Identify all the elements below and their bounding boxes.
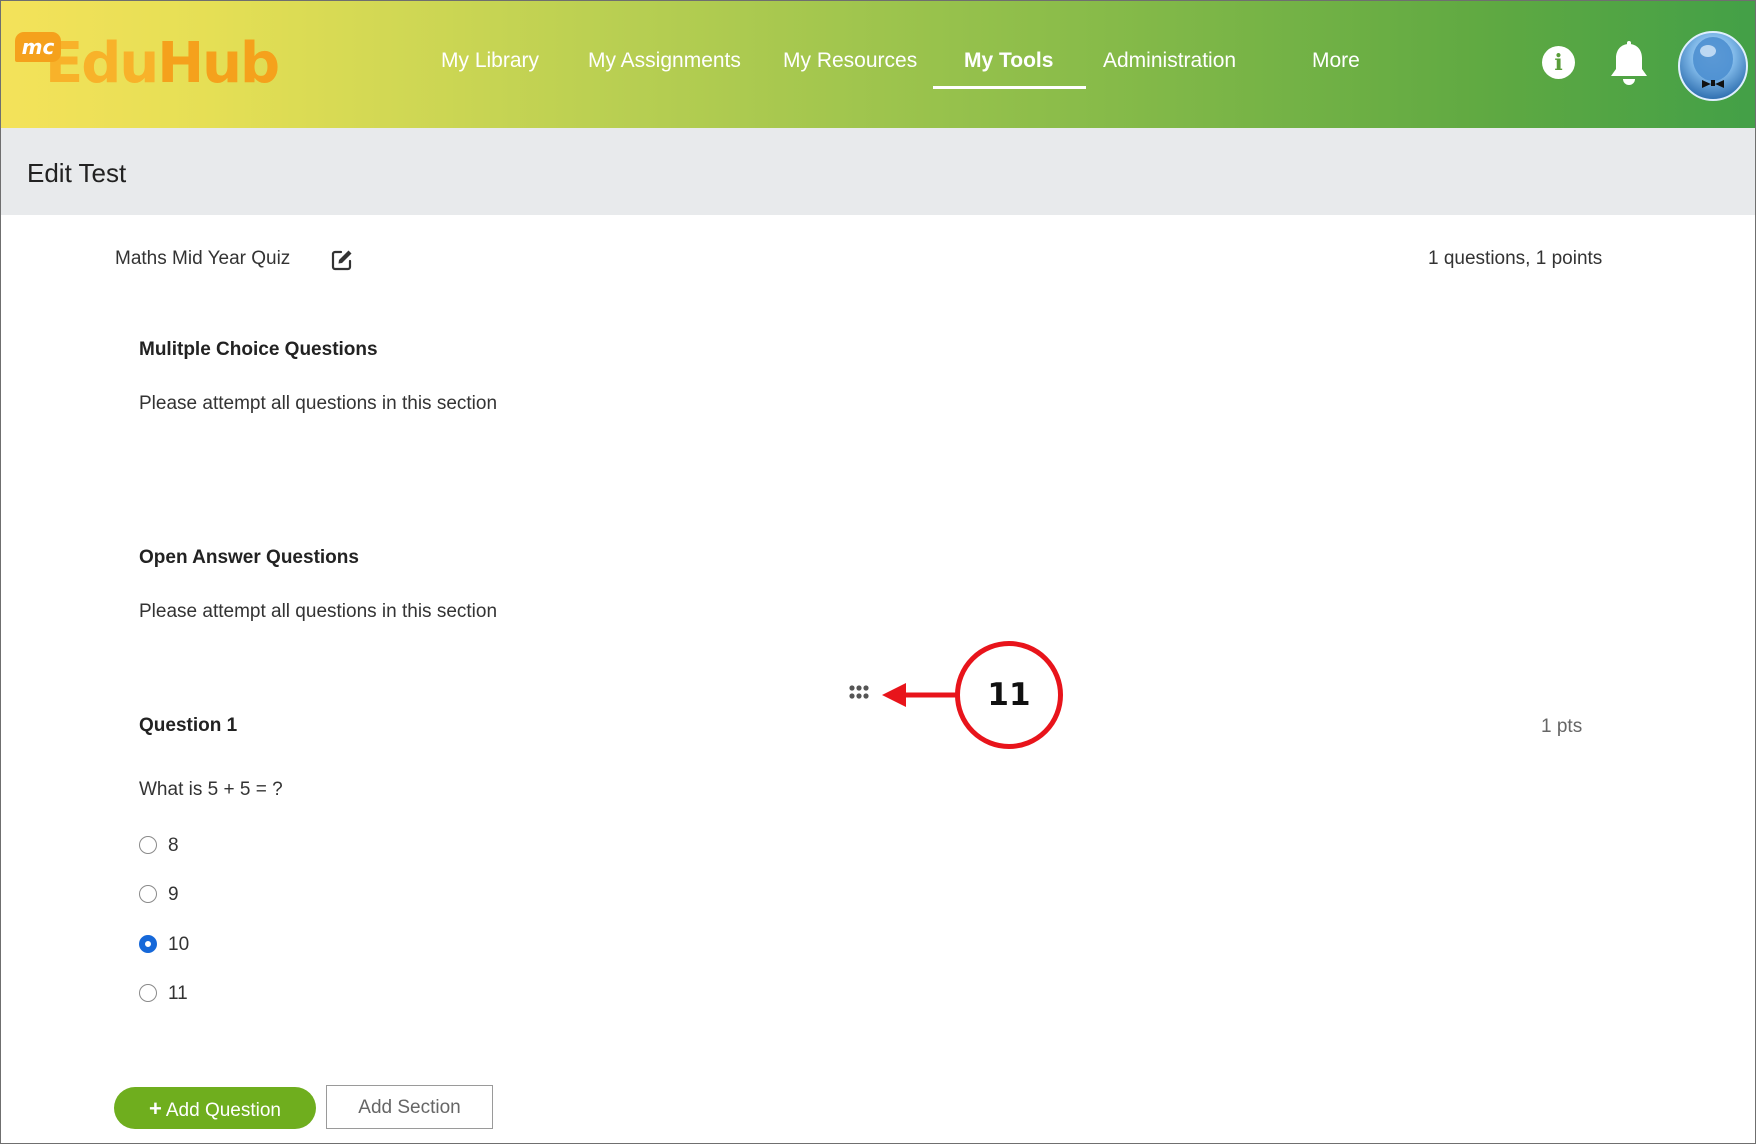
info-icon[interactable]: i [1542,46,1575,79]
add-question-label: Add Question [165,1100,281,1121]
active-tab-indicator [933,86,1086,89]
add-question-button[interactable]: + Add Question [114,1087,316,1129]
section-title-multiple-choice: Mulitple Choice Questions [139,339,378,360]
question-points: 1 pts [1541,716,1583,737]
avatar-image [1693,37,1733,88]
nav-my-resources[interactable]: My Resources [783,39,917,89]
callout-number-badge: 11 [955,641,1063,749]
eduhub-logo[interactable]: EduHub mc [15,29,280,99]
radio-button[interactable] [139,984,157,1002]
section-title-open-answer: Open Answer Questions [139,547,359,568]
logo-text-edu: Edu [45,31,159,96]
question-text: What is 5 + 5 = ? [139,779,283,800]
test-summary: 1 questions, 1 points [1428,248,1603,269]
nav-my-library[interactable]: My Library [441,39,539,89]
section-description-multiple-choice: Please attempt all questions in this sec… [139,393,498,414]
edit-icon[interactable] [330,248,354,272]
nav-more[interactable]: More [1312,39,1360,89]
user-avatar[interactable] [1678,31,1748,101]
drag-handle-icon[interactable] [849,685,873,703]
bell-icon[interactable] [1607,40,1651,88]
radio-button-checked[interactable] [139,935,157,953]
top-navigation-bar: EduHub mc My Library My Assignments My R… [1,1,1755,128]
logo-text-hub: Hub [157,31,280,96]
logo-wordmark: EduHub [45,31,280,97]
answer-option-label: 8 [168,835,179,856]
section-description-open-answer: Please attempt all questions in this sec… [139,601,498,622]
plus-icon: + [149,1096,162,1121]
page-header: Edit Test [1,128,1755,215]
test-name: Maths Mid Year Quiz [115,248,291,269]
answer-option-label: 10 [168,934,190,955]
callout-arrow [882,683,958,707]
answer-option-label: 9 [168,884,179,905]
logo-badge: mc [15,32,61,62]
nav-my-tools[interactable]: My Tools [964,39,1053,89]
question-title: Question 1 [139,715,238,736]
add-section-button[interactable]: Add Section [326,1085,493,1129]
page-title: Edit Test [27,158,127,188]
nav-administration[interactable]: Administration [1103,39,1236,89]
answer-option-label: 11 [168,983,188,1004]
nav-my-assignments[interactable]: My Assignments [588,39,741,89]
radio-button[interactable] [139,885,157,903]
radio-button[interactable] [139,836,157,854]
